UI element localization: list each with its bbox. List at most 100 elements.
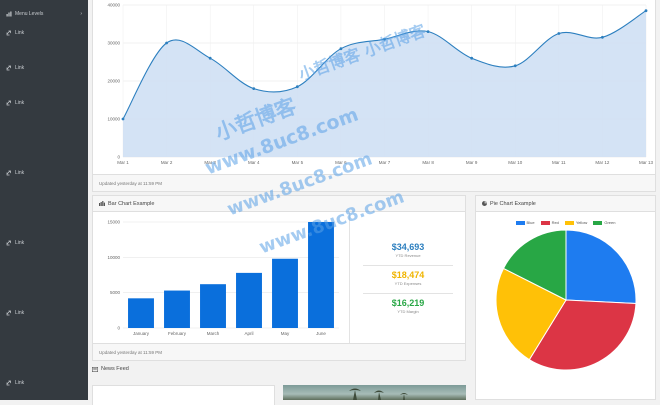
- bar-chart-card: Bar Chart Example 0 5000 10000 15000 January…: [92, 195, 466, 361]
- sidebar-link-5[interactable]: Link: [0, 236, 88, 250]
- x-tick-label: Mar 8: [422, 160, 434, 165]
- sidebar-link-6[interactable]: Link: [0, 306, 88, 320]
- y-tick-label: 0: [117, 326, 120, 331]
- x-tick-label: February: [168, 331, 187, 336]
- area-chart: 0 10000 20000 30000 40000 Mar 1 Mar 2 Mar 3 Mar …: [107, 3, 654, 166]
- sidebar-menu-levels[interactable]: Menu Levels ›: [0, 7, 88, 21]
- sidebar-link-label: Link: [15, 310, 25, 316]
- pie-legend: Blue Red Yellow Green: [476, 220, 655, 225]
- data-point: [470, 56, 474, 60]
- x-tick-label: Mar 5: [292, 160, 304, 165]
- legend-item[interactable]: Blue: [515, 220, 535, 225]
- x-tick-label: Mar 2: [161, 160, 173, 165]
- data-point: [383, 37, 386, 41]
- ytd-revenue-stat: $34,693 YTD Revenue: [353, 242, 463, 258]
- sidebar-menu-levels-label: Menu Levels: [15, 11, 44, 17]
- x-tick-label: Mar 7: [379, 160, 391, 165]
- data-point: [295, 85, 299, 89]
- sidebar: Menu Levels › Link Link Link Link Link L…: [0, 0, 88, 400]
- legend-label: Blue: [526, 220, 535, 225]
- bar-chart: 0 5000 10000 15000 January February March April…: [107, 220, 339, 336]
- area-chart-footer: Updated yesterday at 11:59 PM: [93, 174, 655, 191]
- bar-chart-footer: Updated yesterday at 11:59 PM: [93, 343, 465, 360]
- newspaper-icon: [92, 366, 98, 372]
- legend-item[interactable]: Yellow: [564, 220, 588, 225]
- data-point: [644, 9, 648, 13]
- legend-label: Red: [551, 220, 559, 225]
- pie-chart-icon: [482, 201, 487, 206]
- stat-divider: [363, 265, 453, 266]
- bar-chart-header: Bar Chart Example: [93, 196, 465, 212]
- link-icon: [6, 240, 12, 246]
- pie-chart-card: Pie Chart Example Blue Red Yellow Green: [475, 195, 656, 400]
- data-point: [208, 56, 212, 60]
- sidebar-link-3[interactable]: Link: [0, 96, 88, 110]
- link-icon: [6, 170, 12, 176]
- ytd-expenses-value: $18,474: [391, 270, 425, 280]
- main-content: 0 10000 20000 30000 40000 Mar 1 Mar 2 Mar 3 Mar …: [88, 0, 660, 405]
- sidebar-link-label: Link: [15, 30, 25, 36]
- news-feed-heading: News Feed: [92, 366, 129, 372]
- x-tick-label: Mar 12: [595, 160, 610, 165]
- data-point: [426, 30, 430, 33]
- bar: [272, 258, 298, 328]
- bar: [164, 290, 190, 328]
- x-tick-label: Mar 6: [335, 160, 347, 165]
- data-point: [557, 32, 561, 35]
- x-tick-label: June: [316, 331, 326, 336]
- data-point: [513, 64, 517, 68]
- x-tick-label: Mar 3: [204, 160, 216, 165]
- sidebar-link-7[interactable]: Link: [0, 376, 88, 390]
- news-feed-image: [283, 385, 466, 400]
- ytd-revenue-label: YTD Revenue: [395, 253, 421, 258]
- data-point: [165, 41, 168, 45]
- stat-divider: [363, 293, 453, 294]
- news-feed-card: [92, 385, 275, 405]
- pie-chart: [495, 229, 637, 371]
- pie-chart-header: Pie Chart Example: [476, 196, 655, 212]
- area-chart-card: 0 10000 20000 30000 40000 Mar 1 Mar 2 Mar 3 Mar …: [92, 0, 656, 192]
- y-tick-label: 10000: [107, 255, 120, 260]
- ytd-stats: $34,693 YTD Revenue $18,474 YTD Expenses…: [353, 212, 467, 343]
- ytd-margin-stat: $16,219 YTD Margin: [353, 298, 463, 314]
- legend-item[interactable]: Red: [540, 220, 559, 225]
- y-tick-label: 10000: [107, 117, 120, 122]
- sidebar-link-label: Link: [15, 170, 25, 176]
- legend-label: Yellow: [575, 220, 588, 225]
- legend-label: Green: [604, 220, 616, 225]
- legend-item[interactable]: Green: [593, 220, 615, 225]
- legend-swatch: [540, 220, 550, 225]
- data-point: [339, 47, 343, 51]
- ytd-margin-label: YTD Margin: [397, 309, 419, 314]
- x-tick-label: January: [133, 331, 150, 336]
- y-tick-label: 0: [117, 155, 120, 160]
- bar: [236, 272, 262, 328]
- data-point: [121, 117, 125, 121]
- sidebar-link-1[interactable]: Link: [0, 26, 88, 40]
- x-tick-label: Mar 9: [466, 160, 478, 165]
- sidebar-link-label: Link: [15, 100, 25, 106]
- link-icon: [6, 65, 12, 71]
- x-tick-label: Mar 11: [552, 160, 566, 165]
- ytd-margin-value: $16,219: [391, 298, 425, 308]
- legend-swatch: [515, 220, 525, 225]
- x-tick-label: Mar 10: [508, 160, 523, 165]
- sidebar-link-label: Link: [15, 380, 25, 386]
- bar: [200, 284, 226, 328]
- bar: [308, 222, 334, 328]
- sidebar-link-2[interactable]: Link: [0, 61, 88, 75]
- ytd-expenses-label: YTD Expenses: [394, 281, 422, 286]
- bar-chart-title: Bar Chart Example: [108, 200, 155, 207]
- x-tick-label: Mar 1: [117, 160, 129, 165]
- x-tick-label: May: [281, 331, 290, 336]
- x-tick-label: Mar 13: [639, 160, 654, 165]
- sidebar-link-label: Link: [15, 240, 25, 246]
- sidebar-link-label: Link: [15, 65, 25, 71]
- link-icon: [6, 30, 12, 36]
- sidebar-link-4[interactable]: Link: [0, 166, 88, 180]
- chart-icon: [6, 11, 12, 17]
- legend-swatch: [564, 220, 574, 225]
- link-icon: [6, 380, 12, 386]
- y-tick-label: 5000: [110, 290, 121, 295]
- x-tick-label: March: [207, 331, 220, 336]
